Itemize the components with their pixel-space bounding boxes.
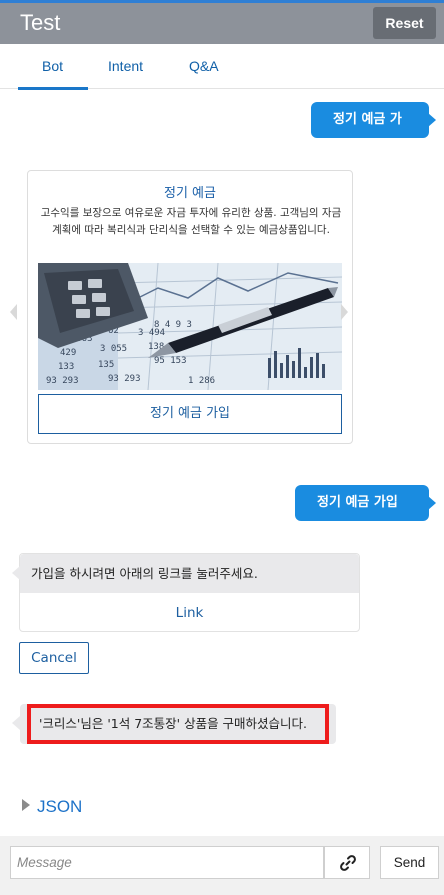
active-tab-indicator bbox=[18, 87, 88, 90]
message-input[interactable] bbox=[10, 846, 324, 879]
user-message-bubble: 정기 예금 가입 bbox=[311, 102, 436, 163]
json-toggle-label: JSON bbox=[37, 797, 83, 816]
svg-text:135: 135 bbox=[98, 360, 114, 370]
app-title: Test bbox=[20, 10, 61, 35]
message-composer: Send bbox=[0, 836, 444, 895]
svg-text:3 055: 3 055 bbox=[100, 344, 127, 354]
svg-text:95 153: 95 153 bbox=[154, 356, 187, 366]
product-card: 정기 예금 고수익를 보장으로 여유로운 자금 투자에 유리한 상품. 고객님의… bbox=[27, 170, 353, 444]
send-button[interactable]: Send bbox=[380, 846, 439, 879]
carousel-next-icon[interactable] bbox=[341, 304, 348, 320]
attach-link-button[interactable] bbox=[324, 846, 370, 879]
caret-right-icon bbox=[22, 799, 30, 811]
svg-text:93 293: 93 293 bbox=[108, 374, 141, 384]
svg-text:133: 133 bbox=[58, 362, 74, 372]
user-message-bubble: 정기 예금 가입 bbox=[295, 485, 436, 521]
red-highlight-box bbox=[27, 704, 329, 744]
tab-bar: Bot Intent Q&A bbox=[0, 44, 444, 90]
tab-intent[interactable]: Intent bbox=[108, 58, 143, 74]
carousel-prev-icon[interactable] bbox=[10, 304, 17, 320]
tab-qna[interactable]: Q&A bbox=[189, 58, 219, 74]
card-title: 정기 예금 bbox=[164, 186, 216, 201]
header-bar: Test Reset bbox=[0, 3, 444, 44]
link-icon bbox=[340, 855, 356, 871]
bot-link-message: 가입을 하시려면 아래의 링크를 눌러주세요. Link bbox=[12, 553, 360, 633]
svg-text:93 293: 93 293 bbox=[46, 376, 79, 386]
svg-text:429: 429 bbox=[60, 348, 76, 358]
cancel-button[interactable]: Cancel bbox=[19, 642, 89, 674]
bot-message-text: 가입을 하시려면 아래의 링크를 눌러주세요. bbox=[12, 554, 359, 593]
card-image: 73 563623 494 4293 055138 13313595 153 9… bbox=[38, 263, 342, 390]
tab-bot[interactable]: Bot bbox=[42, 58, 63, 74]
reset-button[interactable]: Reset bbox=[373, 7, 436, 39]
svg-text:8 4 9 3: 8 4 9 3 bbox=[154, 320, 192, 330]
link-button[interactable]: Link bbox=[20, 593, 359, 633]
svg-text:1 286: 1 286 bbox=[188, 376, 215, 386]
card-subscribe-button[interactable]: 정기 예금 가입 bbox=[38, 394, 342, 434]
json-toggle[interactable]: JSON bbox=[22, 797, 82, 817]
card-description: 고수익를 보장으로 여유로운 자금 투자에 유리한 상품. 고객님의 자금 계획… bbox=[40, 207, 342, 236]
